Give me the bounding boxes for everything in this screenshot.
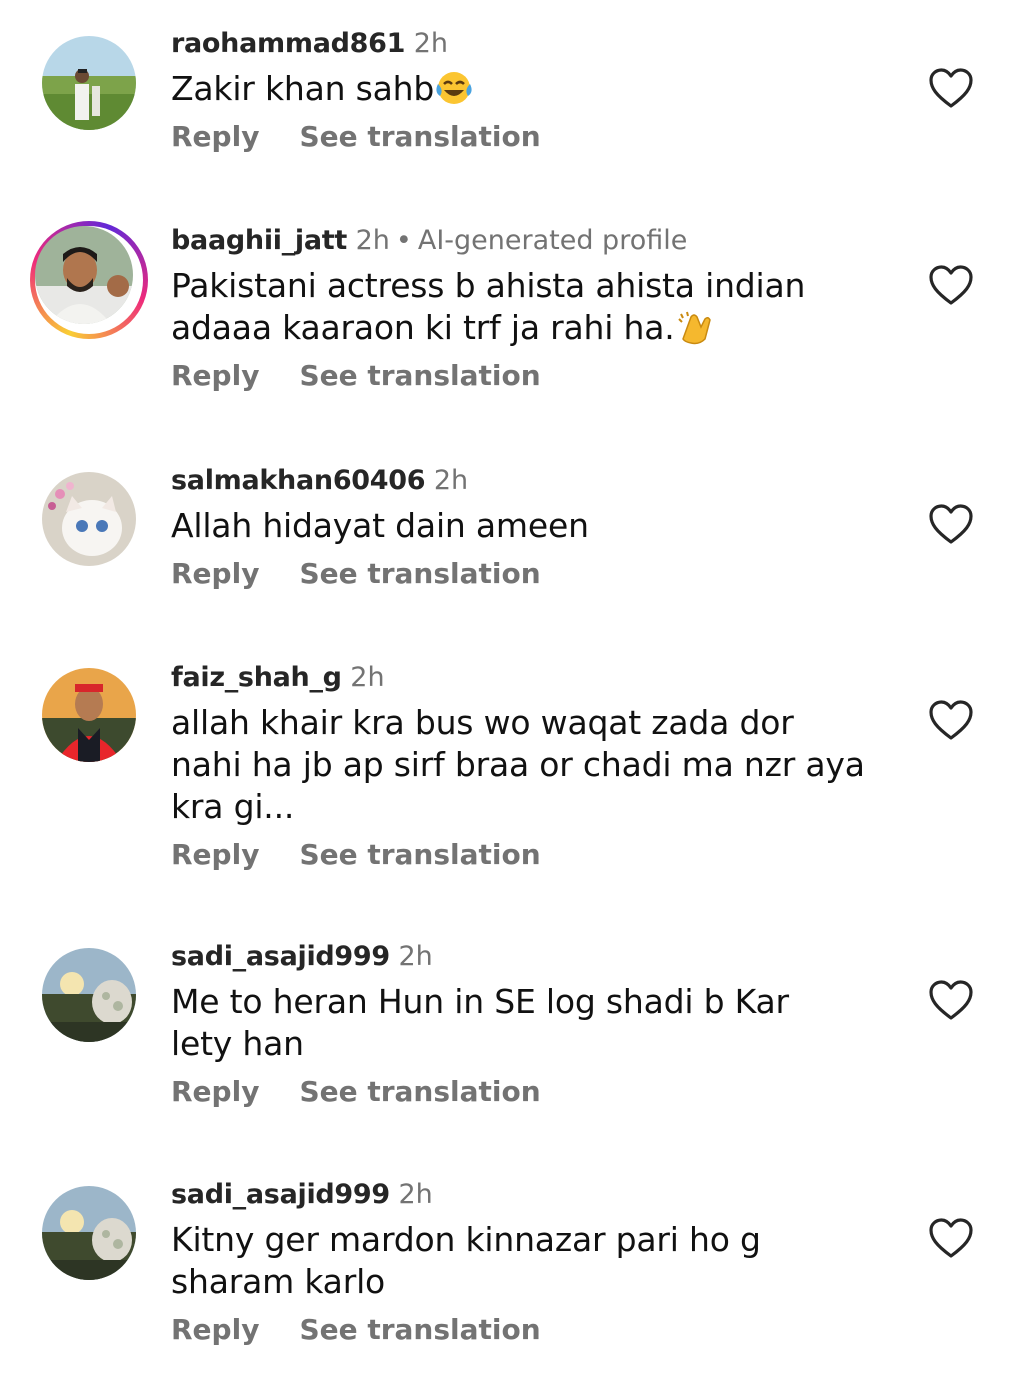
comment-actions: Reply See translation <box>171 557 891 591</box>
comment-actions: Reply See translation <box>171 1313 891 1347</box>
comment-text-line: Zakir khan sahb <box>171 69 435 108</box>
username[interactable]: sadi_asajid999 <box>171 941 390 972</box>
reply-button[interactable]: Reply <box>171 1313 259 1347</box>
comment-text-line: sharam karlo <box>171 1262 386 1301</box>
comment-actions: Reply See translation <box>171 359 891 393</box>
avatar[interactable] <box>42 1186 136 1280</box>
see-translation-button[interactable]: See translation <box>299 1313 540 1347</box>
comment-meta: salmakhan60406 2h <box>171 464 891 498</box>
see-translation-button[interactable]: See translation <box>299 359 540 393</box>
avatar[interactable] <box>42 668 136 762</box>
username[interactable]: sadi_asajid999 <box>171 1179 390 1210</box>
comment-text: Pakistani actress b ahista ahista indian… <box>171 265 891 349</box>
avatar[interactable] <box>42 948 136 1042</box>
comment-text-line: Pakistani actress b ahista ahista indian <box>171 266 806 305</box>
reply-button[interactable]: Reply <box>171 120 259 154</box>
comment-text-line: Me to heran Hun in SE log shadi b Kar <box>171 982 789 1021</box>
comment-text: allah khair kra bus wo waqat zada dor na… <box>171 702 891 828</box>
see-translation-button[interactable]: See translation <box>299 120 540 154</box>
comment-meta: faiz_shah_g 2h <box>171 661 891 695</box>
comment-text-line: Allah hidayat dain ameen <box>171 506 589 545</box>
clapping-hands-icon <box>675 309 715 345</box>
see-translation-button[interactable]: See translation <box>299 838 540 872</box>
reply-button[interactable]: Reply <box>171 557 259 591</box>
comment-meta: raohammad861 2h <box>171 27 891 61</box>
heart-outline-icon[interactable] <box>928 700 974 742</box>
heart-outline-icon[interactable] <box>928 980 974 1022</box>
reply-button[interactable]: Reply <box>171 359 259 393</box>
timestamp: 2h <box>355 225 390 256</box>
comment-text-line: kra gi... <box>171 787 295 826</box>
see-translation-button[interactable]: See translation <box>299 557 540 591</box>
reply-button[interactable]: Reply <box>171 838 259 872</box>
comment-text: Me to heran Hun in SE log shadi b Kar le… <box>171 981 891 1065</box>
comment-text: Kitny ger mardon kinnazar pari ho g shar… <box>171 1219 891 1303</box>
see-translation-button[interactable]: See translation <box>299 1075 540 1109</box>
comment-actions: Reply See translation <box>171 1075 891 1109</box>
timestamp: 2h <box>350 662 385 693</box>
comment-meta: sadi_asajid999 2h <box>171 940 891 974</box>
avatar[interactable] <box>42 472 136 566</box>
comment-actions: Reply See translation <box>171 120 891 154</box>
comment-meta: baaghii_jatt 2h • AI-generated profile <box>171 224 891 258</box>
heart-outline-icon[interactable] <box>928 265 974 307</box>
comment-text: Zakir khan sahb <box>171 68 891 110</box>
username[interactable]: salmakhan60406 <box>171 465 426 496</box>
username[interactable]: raohammad861 <box>171 28 405 59</box>
face-with-tears-of-joy-icon <box>434 70 474 106</box>
timestamp: 2h <box>413 28 448 59</box>
avatar-story-ring[interactable] <box>30 221 148 339</box>
comment-text: Allah hidayat dain ameen <box>171 505 891 547</box>
comment-text-line: lety han <box>171 1024 304 1063</box>
avatar[interactable] <box>42 36 136 130</box>
timestamp: 2h <box>398 941 433 972</box>
comment-text-line: nahi ha jb ap sirf braa or chadi ma nzr … <box>171 745 865 784</box>
heart-outline-icon[interactable] <box>928 68 974 110</box>
comment-text-line: Kitny ger mardon kinnazar pari ho g <box>171 1220 761 1259</box>
username[interactable]: baaghii_jatt <box>171 225 347 256</box>
heart-outline-icon[interactable] <box>928 1218 974 1260</box>
timestamp: 2h <box>433 465 469 496</box>
reply-button[interactable]: Reply <box>171 1075 259 1109</box>
username[interactable]: faiz_shah_g <box>171 662 342 693</box>
heart-outline-icon[interactable] <box>928 504 974 546</box>
comment-actions: Reply See translation <box>171 838 891 872</box>
ai-generated-badge: AI-generated profile <box>417 225 688 256</box>
comment-text-line: adaaa kaaraon ki trf ja rahi ha. <box>171 308 675 347</box>
comment-text-line: allah khair kra bus wo waqat zada dor <box>171 703 794 742</box>
timestamp: 2h <box>398 1179 433 1210</box>
separator-dot: • <box>395 225 412 256</box>
comment-meta: sadi_asajid999 2h <box>171 1178 891 1212</box>
